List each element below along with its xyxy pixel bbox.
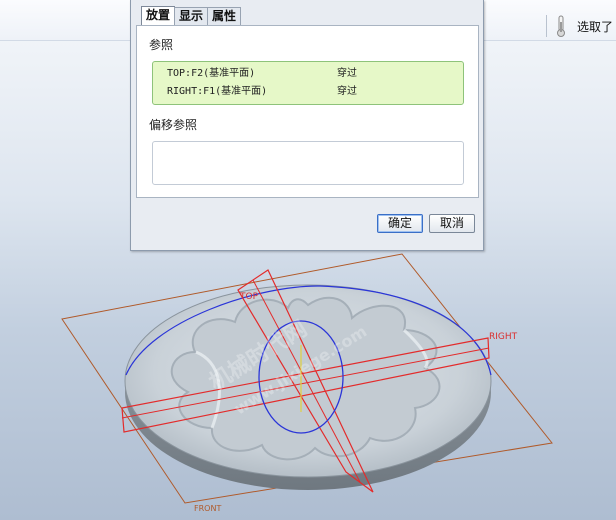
references-collector[interactable]: TOP:F2(基准平面) 穿过 RIGHT:F1(基准平面) 穿过 (152, 61, 464, 105)
placement-panel: 参照 TOP:F2(基准平面) 穿过 RIGHT:F1(基准平面) 穿过 偏移参照 (136, 25, 479, 198)
tab-display[interactable]: 显示 (174, 7, 209, 25)
cancel-button[interactable]: 取消 (429, 214, 475, 233)
datum-label-front: FRONT (194, 504, 221, 513)
offset-references-collector[interactable] (152, 141, 464, 185)
reference-type[interactable]: 穿过 (337, 68, 357, 79)
reference-row[interactable]: TOP:F2(基准平面) 穿过 (167, 66, 357, 82)
tab-properties[interactable]: 属性 (207, 7, 242, 25)
gear-part[interactable] (124, 284, 492, 490)
dialog-tabs: 放置 显示 属性 (141, 6, 242, 26)
reference-name: TOP:F2(基准平面) (167, 68, 256, 79)
tab-placement[interactable]: 放置 (141, 6, 176, 26)
references-label: 参照 (149, 38, 174, 52)
datum-label-top: TOP (239, 292, 259, 302)
reference-name: RIGHT:F1(基准平面) (167, 86, 268, 97)
dialog-buttons: 确定 取消 (377, 214, 475, 233)
reference-row[interactable]: RIGHT:F1(基准平面) 穿过 (167, 84, 357, 100)
ok-button[interactable]: 确定 (377, 214, 423, 233)
datum-label-right: RIGHT (489, 332, 518, 342)
reference-type[interactable]: 穿过 (337, 86, 357, 97)
offset-references-label: 偏移参照 (149, 118, 198, 132)
axis-placement-dialog: 放置 显示 属性 参照 TOP:F2(基准平面) 穿过 RIGHT:F1(基准平面… (130, 0, 484, 251)
